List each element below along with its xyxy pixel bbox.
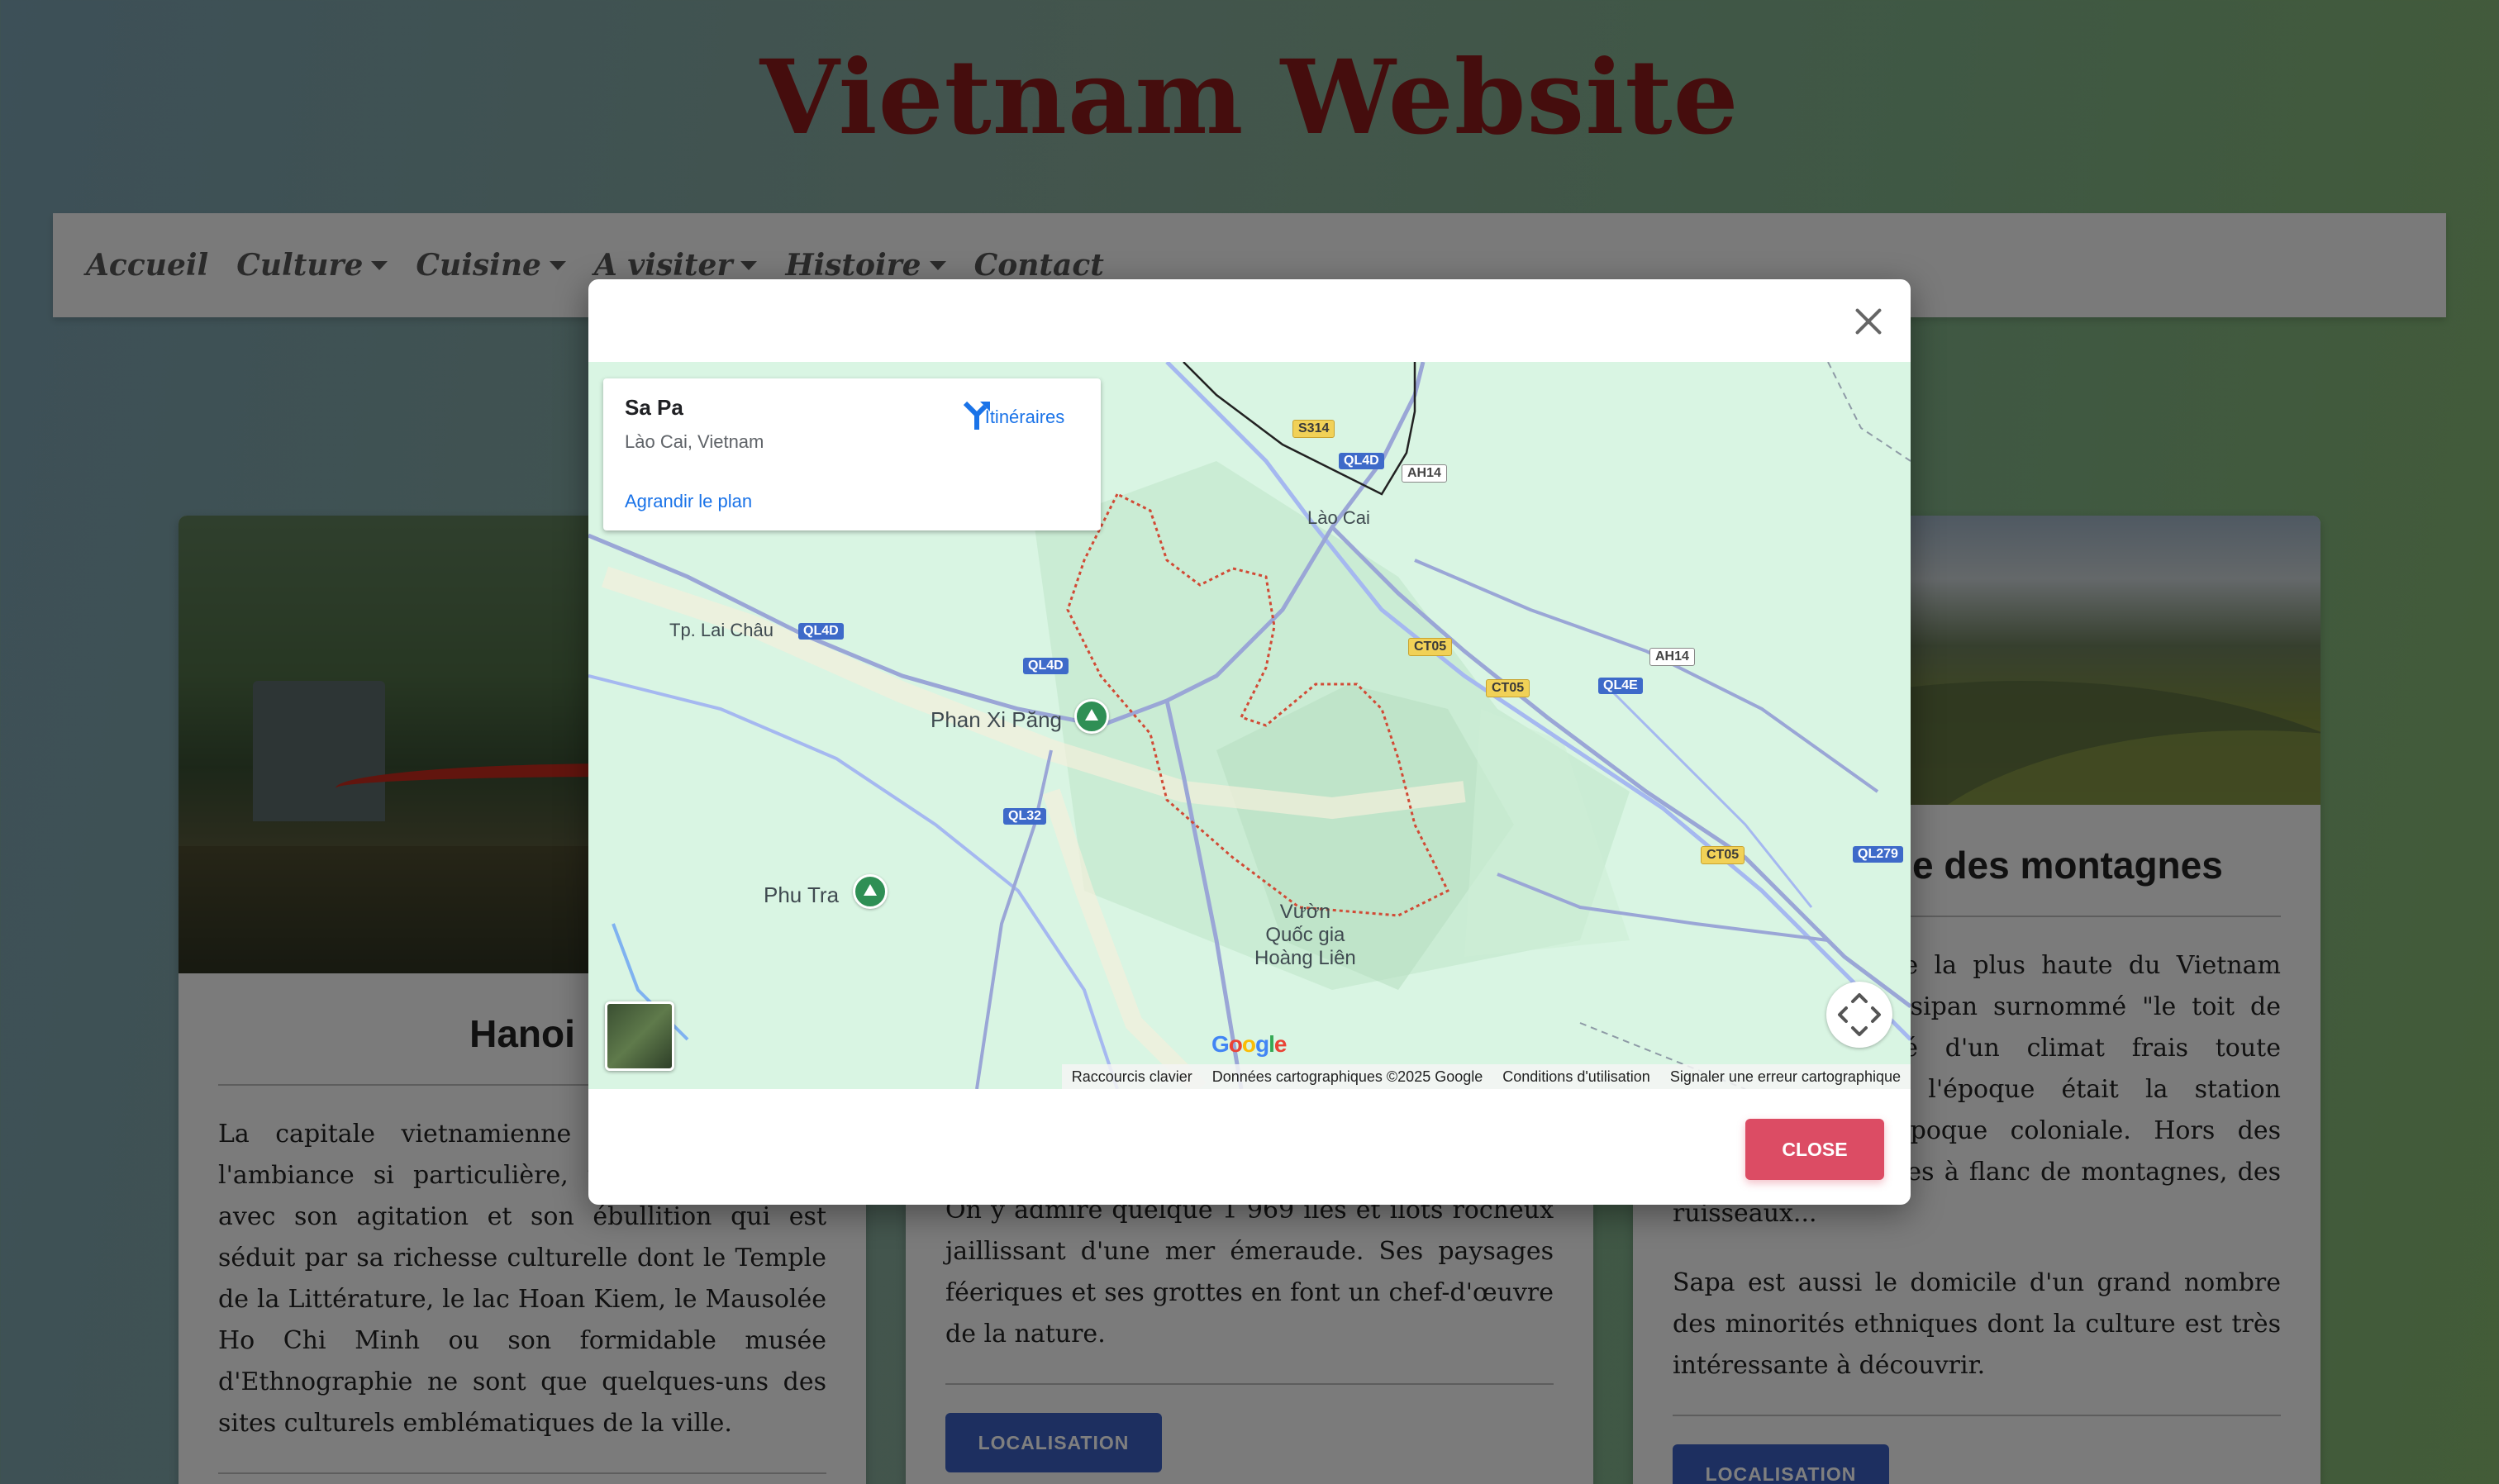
mountain-peak-icon[interactable] [853, 874, 888, 909]
map-label-park: Vườn Quốc gia Hoàng Liên [1254, 901, 1356, 969]
map-label-lao-cai: Lào Cai [1307, 507, 1370, 528]
map-camera-control[interactable] [1826, 982, 1892, 1048]
road-shield-ql32: QL32 [1003, 808, 1047, 825]
satellite-layer-toggle[interactable] [605, 1001, 674, 1071]
terms-link[interactable]: Conditions d'utilisation [1502, 1068, 1650, 1086]
place-name: Sa Pa [625, 395, 683, 420]
road-shield-ql4d: QL4D [1339, 453, 1384, 469]
close-button[interactable]: CLOSE [1745, 1119, 1884, 1180]
map-attribution-bar: Raccourcis clavier Données cartographiqu… [1061, 1064, 1911, 1089]
place-info-card: Sa Pa Lào Cai, Vietnam Agrandir le plan … [603, 378, 1101, 530]
road-shield-s314: S314 [1292, 420, 1335, 438]
road-shield-ah14: AH14 [1402, 464, 1447, 483]
road-shield-ql279: QL279 [1853, 846, 1903, 863]
directions-icon [963, 401, 990, 430]
mountain-peak-icon[interactable] [1074, 699, 1109, 734]
google-logo: Google [1211, 1031, 1287, 1057]
road-shield-ql4d: QL4D [1023, 658, 1069, 674]
google-map[interactable]: Sa Pa Lào Cai, Vietnam Agrandir le plan … [588, 362, 1911, 1089]
map-data-credit: Données cartographiques ©2025 Google [1211, 1068, 1483, 1085]
keyboard-shortcuts-link[interactable]: Raccourcis clavier [1072, 1068, 1192, 1086]
place-region: Lào Cai, Vietnam [625, 431, 764, 452]
map-label-lai-chau: Tp. Lai Châu [669, 620, 774, 640]
road-shield-ah14: AH14 [1649, 648, 1695, 666]
map-label-phu-tra: Phu Tra [764, 882, 840, 907]
road-shield-ct05: CT05 [1408, 638, 1453, 656]
map-label-phan-xi-pang: Phan Xi Păng [931, 707, 1063, 732]
close-icon[interactable] [1848, 301, 1889, 342]
pan-arrows-icon [1838, 993, 1881, 1036]
road-shield-ct05: CT05 [1701, 846, 1745, 864]
road-shield-ct05: CT05 [1486, 679, 1530, 697]
directions-button[interactable]: Itinéraires [959, 398, 1091, 430]
road-shield-ql4d: QL4D [798, 623, 844, 640]
road-shield-ql4e: QL4E [1598, 678, 1643, 694]
report-error-link[interactable]: Signaler une erreur cartographique [1670, 1068, 1901, 1086]
map-modal: Sa Pa Lào Cai, Vietnam Agrandir le plan … [588, 279, 1911, 1205]
enlarge-map-link[interactable]: Agrandir le plan [625, 491, 752, 512]
